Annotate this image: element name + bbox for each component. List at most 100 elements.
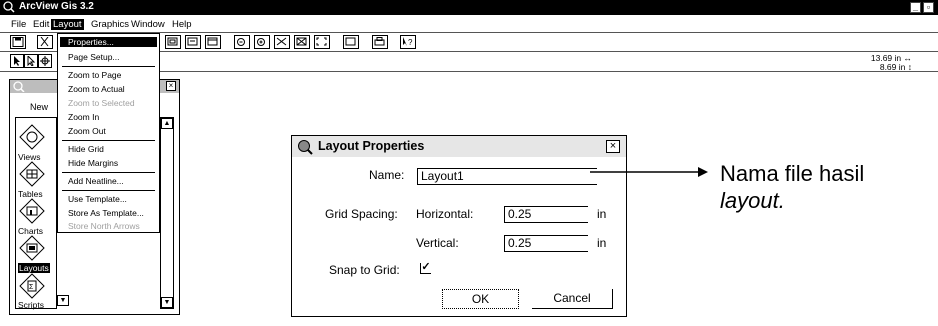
horizontal-spacing-input[interactable]: 0.25 — [504, 206, 588, 223]
project-doc-list: Views Tables Charts Layouts Σ Scripts — [15, 117, 57, 310]
vertex-pointer-icon — [27, 56, 36, 66]
save-icon — [12, 37, 24, 47]
layout-tool-3-button[interactable] — [205, 35, 221, 49]
window-icon — [207, 37, 218, 46]
name-label: Name: — [369, 168, 405, 182]
scroll-up-arrow-icon[interactable]: ▲ — [161, 118, 173, 129]
menu-item-hide-margins[interactable]: Hide Margins — [68, 158, 118, 168]
ok-button[interactable]: OK — [442, 289, 519, 309]
dialog-title: Layout Properties — [318, 139, 425, 153]
help-pointer-icon: ? — [403, 37, 413, 47]
svg-text:?: ? — [408, 38, 413, 47]
horizontal-unit: in — [597, 207, 607, 221]
annotation-line-1: Nama file hasil — [720, 161, 865, 186]
menu-item-add-neatline[interactable]: Add Neatline... — [68, 176, 124, 186]
menu-item-hide-grid[interactable]: Hide Grid — [68, 144, 104, 154]
tables-icon[interactable] — [19, 161, 45, 187]
dialog-close-button[interactable]: × — [606, 140, 620, 153]
name-input[interactable]: Layout1 — [417, 168, 597, 185]
menu-graphics[interactable]: Graphics — [91, 19, 129, 30]
restore-button[interactable]: ▫ — [923, 2, 934, 13]
grid-zoom-icon — [296, 37, 307, 46]
dialog-titlebar[interactable]: Layout Properties × — [292, 136, 626, 157]
pointer-tool-button[interactable] — [10, 54, 24, 68]
menu-window[interactable]: Window — [131, 19, 165, 30]
zoom-in-button[interactable] — [234, 35, 250, 49]
layout-menu-dropdown: Properties... Page Setup... Zoom to Page… — [57, 33, 160, 233]
vertical-label: Vertical: — [416, 236, 459, 250]
expand-icon — [316, 37, 327, 46]
arrows-diagonal-icon — [276, 37, 287, 46]
vertical-spacing-input[interactable]: 0.25 — [504, 235, 588, 252]
layout-view-button[interactable] — [343, 35, 359, 49]
project-close-button[interactable]: × — [166, 81, 176, 91]
zoom-extent-button[interactable] — [314, 35, 330, 49]
layout-tool-1-button[interactable] — [165, 35, 181, 49]
cut-button[interactable] — [37, 35, 53, 49]
cancel-button[interactable]: Cancel — [532, 289, 613, 309]
menu-item-zoom-to-selected: Zoom to Selected — [68, 98, 135, 108]
svg-text:Σ: Σ — [29, 284, 34, 291]
snap-to-grid-label: Snap to Grid: — [329, 263, 400, 277]
new-document-button[interactable]: New — [30, 102, 48, 112]
zoom-to-actual-button[interactable] — [294, 35, 310, 49]
rectangle-icon — [345, 37, 356, 46]
vertex-edit-tool-button[interactable] — [24, 54, 38, 68]
page-icon — [187, 37, 198, 46]
doc-layouts-label[interactable]: Layouts — [18, 263, 50, 273]
annotation-arrow — [590, 167, 708, 177]
menu-item-zoom-to-page[interactable]: Zoom to Page — [68, 70, 121, 80]
doc-list-scroll-down[interactable]: ▼ — [57, 295, 69, 306]
doc-scripts-label[interactable]: Scripts — [18, 300, 44, 310]
crosshair-icon — [40, 56, 50, 66]
layout-tool-2-button[interactable] — [185, 35, 201, 49]
arcview-globe-icon — [3, 1, 15, 13]
menu-separator — [62, 140, 155, 141]
pointer-icon — [14, 56, 20, 66]
dialog-globe-icon — [298, 140, 313, 155]
menu-item-zoom-to-actual[interactable]: Zoom to Actual — [68, 84, 125, 94]
menu-layout[interactable]: Layout — [51, 19, 84, 30]
menu-item-store-north-arrows: Store North Arrows — [68, 221, 140, 231]
horizontal-label: Horizontal: — [416, 207, 474, 221]
snap-to-grid-checkbox[interactable]: ✓ — [420, 261, 431, 274]
menu-separator — [62, 66, 155, 67]
help-button[interactable]: ? — [400, 35, 416, 49]
layouts-icon[interactable] — [19, 235, 45, 261]
menu-help[interactable]: Help — [172, 19, 192, 30]
minimize-button[interactable]: _ — [910, 2, 921, 13]
checkmark-icon: ✓ — [421, 261, 431, 273]
menu-item-use-template[interactable]: Use Template... — [68, 194, 127, 204]
zoom-out-button[interactable] — [254, 35, 270, 49]
app-titlebar: ArcView Gis 3.2 _ ▫ — [0, 0, 938, 15]
charts-icon[interactable] — [19, 198, 45, 224]
menu-file[interactable]: File — [11, 19, 26, 30]
menu-edit[interactable]: Edit — [33, 19, 49, 30]
project-scrollbar[interactable]: ▲ ▼ — [160, 117, 174, 309]
zoom-in-icon — [237, 38, 245, 46]
menu-item-store-as-template[interactable]: Store As Template... — [68, 208, 144, 218]
vertical-unit: in — [597, 236, 607, 250]
save-project-button[interactable] — [10, 35, 26, 49]
menu-item-page-setup[interactable]: Page Setup... — [68, 52, 120, 62]
app-title: ArcView Gis 3.2 — [19, 1, 94, 12]
menu-separator — [62, 190, 155, 191]
zoom-tool-button[interactable] — [38, 54, 52, 68]
menu-item-zoom-out[interactable]: Zoom Out — [68, 126, 106, 136]
zoom-out-icon — [257, 38, 265, 46]
views-icon[interactable] — [19, 124, 45, 150]
annotation-line-2: layout. — [720, 188, 785, 213]
scissors-icon — [40, 37, 49, 47]
printer-icon — [374, 37, 385, 46]
menu-separator — [62, 172, 155, 173]
scripts-icon[interactable]: Σ — [19, 273, 45, 299]
frame-icon — [167, 37, 178, 46]
print-button[interactable] — [372, 35, 388, 49]
menu-item-properties[interactable]: Properties... — [60, 37, 157, 47]
menu-item-zoom-in[interactable]: Zoom In — [68, 112, 99, 122]
zoom-to-page-button[interactable] — [274, 35, 290, 49]
layout-properties-dialog: Layout Properties × Name: Layout1 Grid S… — [291, 135, 627, 317]
project-globe-icon — [13, 81, 25, 92]
grid-spacing-label: Grid Spacing: — [325, 207, 398, 221]
scroll-down-arrow-icon[interactable]: ▼ — [161, 297, 173, 308]
